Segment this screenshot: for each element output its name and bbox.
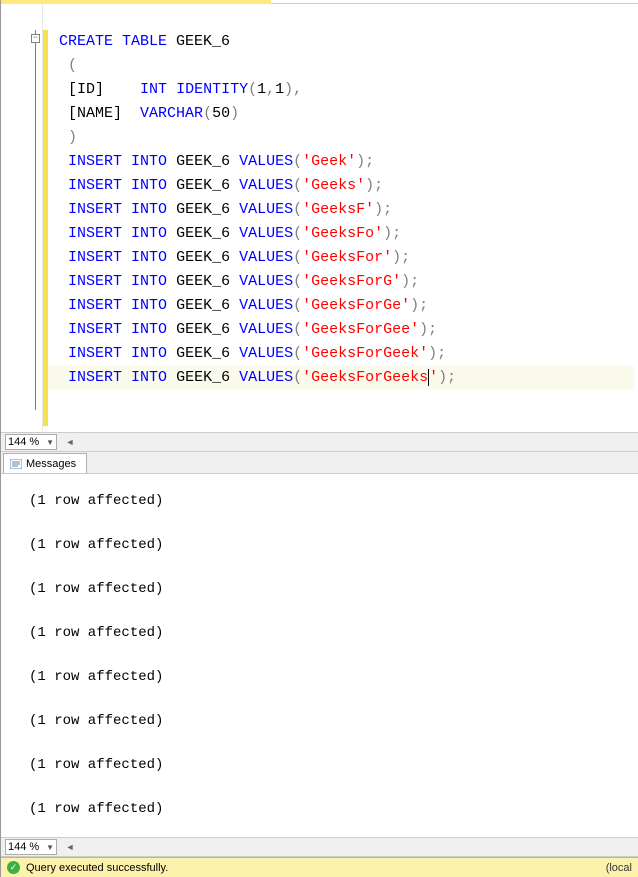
message-row: (1 row affected) xyxy=(29,756,638,800)
tab-messages-label: Messages xyxy=(26,458,76,470)
tab-messages[interactable]: Messages xyxy=(3,453,87,473)
code-line[interactable]: ) xyxy=(47,126,638,150)
success-check-icon: ✓ xyxy=(7,861,20,874)
status-message: Query executed successfully. xyxy=(26,862,168,874)
code-line[interactable]: INSERT INTO GEEK_6 VALUES('Geek'); xyxy=(47,150,638,174)
zoom-bar-upper: 144 % ▼ ◄ xyxy=(1,432,638,452)
zoom-value-lower: 144 % xyxy=(8,841,39,853)
code-area[interactable]: CREATE TABLE GEEK_6 ( [ID] INT IDENTITY(… xyxy=(43,4,638,432)
messages-icon xyxy=(10,459,22,469)
outline-line xyxy=(35,30,36,410)
code-line[interactable]: INSERT INTO GEEK_6 VALUES('Geeks'); xyxy=(47,174,638,198)
sql-editor[interactable]: − CREATE TABLE GEEK_6 ( [ID] INT IDENTIT… xyxy=(1,4,638,432)
code-line[interactable]: INSERT INTO GEEK_6 VALUES('GeeksForG'); xyxy=(47,270,638,294)
message-row: (1 row affected) xyxy=(29,580,638,624)
scroll-left-icon[interactable]: ◄ xyxy=(63,435,77,449)
code-line[interactable]: INSERT INTO GEEK_6 VALUES('GeeksForGeeks… xyxy=(47,366,634,390)
message-row: (1 row affected) xyxy=(29,800,638,837)
editor-gutter[interactable]: − xyxy=(1,4,43,432)
code-line[interactable]: INSERT INTO GEEK_6 VALUES('GeeksF'); xyxy=(47,198,638,222)
code-line[interactable]: [NAME] VARCHAR(50) xyxy=(47,102,638,126)
zoom-bar-lower: 144 % ▼ ◄ xyxy=(1,837,638,857)
message-row: (1 row affected) xyxy=(29,624,638,668)
code-line[interactable]: CREATE TABLE GEEK_6 xyxy=(47,30,638,54)
change-indicator xyxy=(43,30,48,426)
message-row: (1 row affected) xyxy=(29,492,638,536)
message-row: (1 row affected) xyxy=(29,668,638,712)
zoom-dropdown-lower[interactable]: 144 % ▼ xyxy=(5,839,57,855)
chevron-down-icon: ▼ xyxy=(46,438,54,447)
code-line[interactable]: [ID] INT IDENTITY(1,1), xyxy=(47,78,638,102)
zoom-dropdown[interactable]: 144 % ▼ xyxy=(5,434,57,450)
chevron-down-icon: ▼ xyxy=(46,843,54,852)
status-connection: (local xyxy=(606,862,632,874)
code-line[interactable]: INSERT INTO GEEK_6 VALUES('GeeksForGe'); xyxy=(47,294,638,318)
messages-output[interactable]: (1 row affected)(1 row affected)(1 row a… xyxy=(1,474,638,837)
code-line[interactable]: ( xyxy=(47,54,638,78)
message-row: (1 row affected) xyxy=(29,536,638,580)
message-row: (1 row affected) xyxy=(29,712,638,756)
code-line[interactable]: INSERT INTO GEEK_6 VALUES('GeeksFo'); xyxy=(47,222,638,246)
zoom-value: 144 % xyxy=(8,436,39,448)
code-line[interactable]: INSERT INTO GEEK_6 VALUES('GeeksFor'); xyxy=(47,246,638,270)
code-line[interactable]: INSERT INTO GEEK_6 VALUES('GeeksForGee')… xyxy=(47,318,638,342)
code-line[interactable]: INSERT INTO GEEK_6 VALUES('GeeksForGeek'… xyxy=(47,342,638,366)
collapse-toggle-icon[interactable]: − xyxy=(31,34,40,43)
status-bar: ✓ Query executed successfully. (local xyxy=(1,857,638,877)
scroll-left-icon[interactable]: ◄ xyxy=(63,840,77,854)
results-tabstrip: Messages xyxy=(1,452,638,474)
status-left: ✓ Query executed successfully. xyxy=(7,861,168,874)
